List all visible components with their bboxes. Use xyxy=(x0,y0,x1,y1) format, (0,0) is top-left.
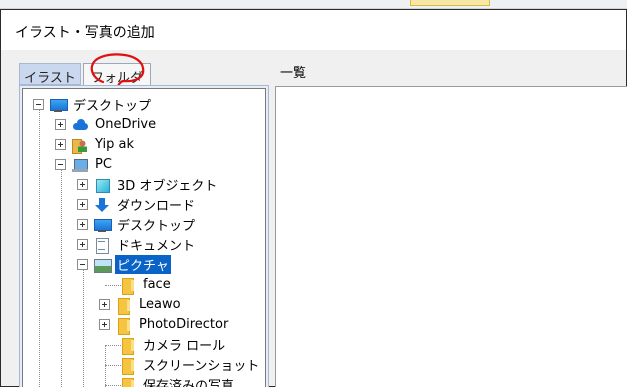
tree-guide-line xyxy=(105,345,106,387)
tree-item-label: PC xyxy=(95,157,112,172)
dialog-title: イラスト・写真の追加 xyxy=(15,25,155,41)
tree-item-onedrive[interactable]: OneDrive xyxy=(55,115,158,134)
tree-item-label: ダウンロード xyxy=(117,199,196,214)
tree-guide-line xyxy=(61,165,62,387)
tree-item-desktop[interactable]: デスクトップ xyxy=(77,215,197,234)
background-app-strip xyxy=(0,0,627,9)
expand-icon[interactable] xyxy=(77,199,88,210)
tree-item-pictures[interactable]: ピクチャ xyxy=(77,255,171,274)
cube-icon xyxy=(93,177,111,193)
tree-item-label: PhotoDirector xyxy=(139,317,229,332)
download-icon xyxy=(93,197,111,213)
tree-item-3d-objects[interactable]: 3D オブジェクト xyxy=(77,175,219,194)
tree-item-label: OneDrive xyxy=(95,117,157,132)
tree-item-photodirector[interactable]: PhotoDirector xyxy=(99,315,230,335)
folder-tree[interactable]: デスクトップ OneDrive Yip ak PC 3D オブジェクト ダウンロ… xyxy=(22,88,266,387)
tree-item-label: Leawo xyxy=(139,297,181,312)
expand-icon[interactable] xyxy=(55,119,66,130)
add-image-dialog: イラスト・写真の追加 イラスト フォルダ 一覧 デスクトップ OneDrive xyxy=(0,9,627,387)
tree-item-pc[interactable]: PC xyxy=(55,155,114,174)
folder-icon xyxy=(119,357,137,375)
tree-item-desktop-root[interactable]: デスクトップ xyxy=(33,95,153,114)
tree-item-saved-pictures[interactable]: 保存済みの写真 xyxy=(119,375,236,387)
folder-icon xyxy=(119,337,137,355)
tree-item-label: カメラ ロール xyxy=(143,339,226,354)
collapse-icon[interactable] xyxy=(55,159,66,170)
tree-item-downloads[interactable]: ダウンロード xyxy=(77,195,197,214)
folder-icon xyxy=(115,297,133,315)
tree-item-label: スクリーンショット xyxy=(143,359,260,374)
collapse-icon[interactable] xyxy=(33,99,44,110)
tree-item-label: ドキュメント xyxy=(117,239,196,254)
pictures-icon xyxy=(93,257,112,273)
expand-icon[interactable] xyxy=(99,319,110,330)
tree-item-leawo[interactable]: Leawo xyxy=(99,295,183,315)
collapse-icon[interactable] xyxy=(77,259,88,270)
pc-icon xyxy=(71,157,89,173)
tree-guide-line xyxy=(39,105,40,387)
tree-item-screenshots[interactable]: スクリーンショット xyxy=(119,355,261,375)
tree-item-label: デスクトップ xyxy=(73,99,152,114)
folder-icon xyxy=(119,277,137,295)
tree-item-face[interactable]: face xyxy=(119,275,173,295)
tree-item-label: ピクチャ xyxy=(115,255,171,274)
expand-icon[interactable] xyxy=(55,139,66,150)
desktop-icon xyxy=(93,217,112,233)
tree-item-documents[interactable]: ドキュメント xyxy=(77,235,197,254)
tree-item-label: 保存済みの写真 xyxy=(143,379,235,387)
tab-illust[interactable]: イラスト xyxy=(19,63,81,86)
tree-item-camera-roll[interactable]: カメラ ロール xyxy=(119,335,227,355)
cloud-icon xyxy=(71,117,89,133)
background-highlight-badge xyxy=(410,0,490,6)
tree-item-label: face xyxy=(143,277,171,292)
folder-icon xyxy=(119,377,137,387)
user-folder-icon xyxy=(71,137,89,154)
list-label: 一覧 xyxy=(280,66,307,81)
tree-item-label: 3D オブジェクト xyxy=(117,179,218,194)
expand-icon[interactable] xyxy=(77,179,88,190)
tree-guide-line xyxy=(83,265,84,387)
tree-item-user[interactable]: Yip ak xyxy=(55,135,136,154)
dialog-titlebar: イラスト・写真の追加 xyxy=(1,10,626,50)
tree-item-label: Yip ak xyxy=(95,137,134,152)
expand-icon[interactable] xyxy=(77,219,88,230)
tab-folder[interactable]: フォルダ xyxy=(83,63,151,86)
image-list-panel[interactable] xyxy=(275,86,627,387)
tree-item-label: デスクトップ xyxy=(117,219,196,234)
folder-icon xyxy=(115,317,133,335)
desktop-icon xyxy=(49,97,68,113)
expand-icon[interactable] xyxy=(77,239,88,250)
expand-icon[interactable] xyxy=(99,299,110,310)
document-icon xyxy=(93,237,111,254)
